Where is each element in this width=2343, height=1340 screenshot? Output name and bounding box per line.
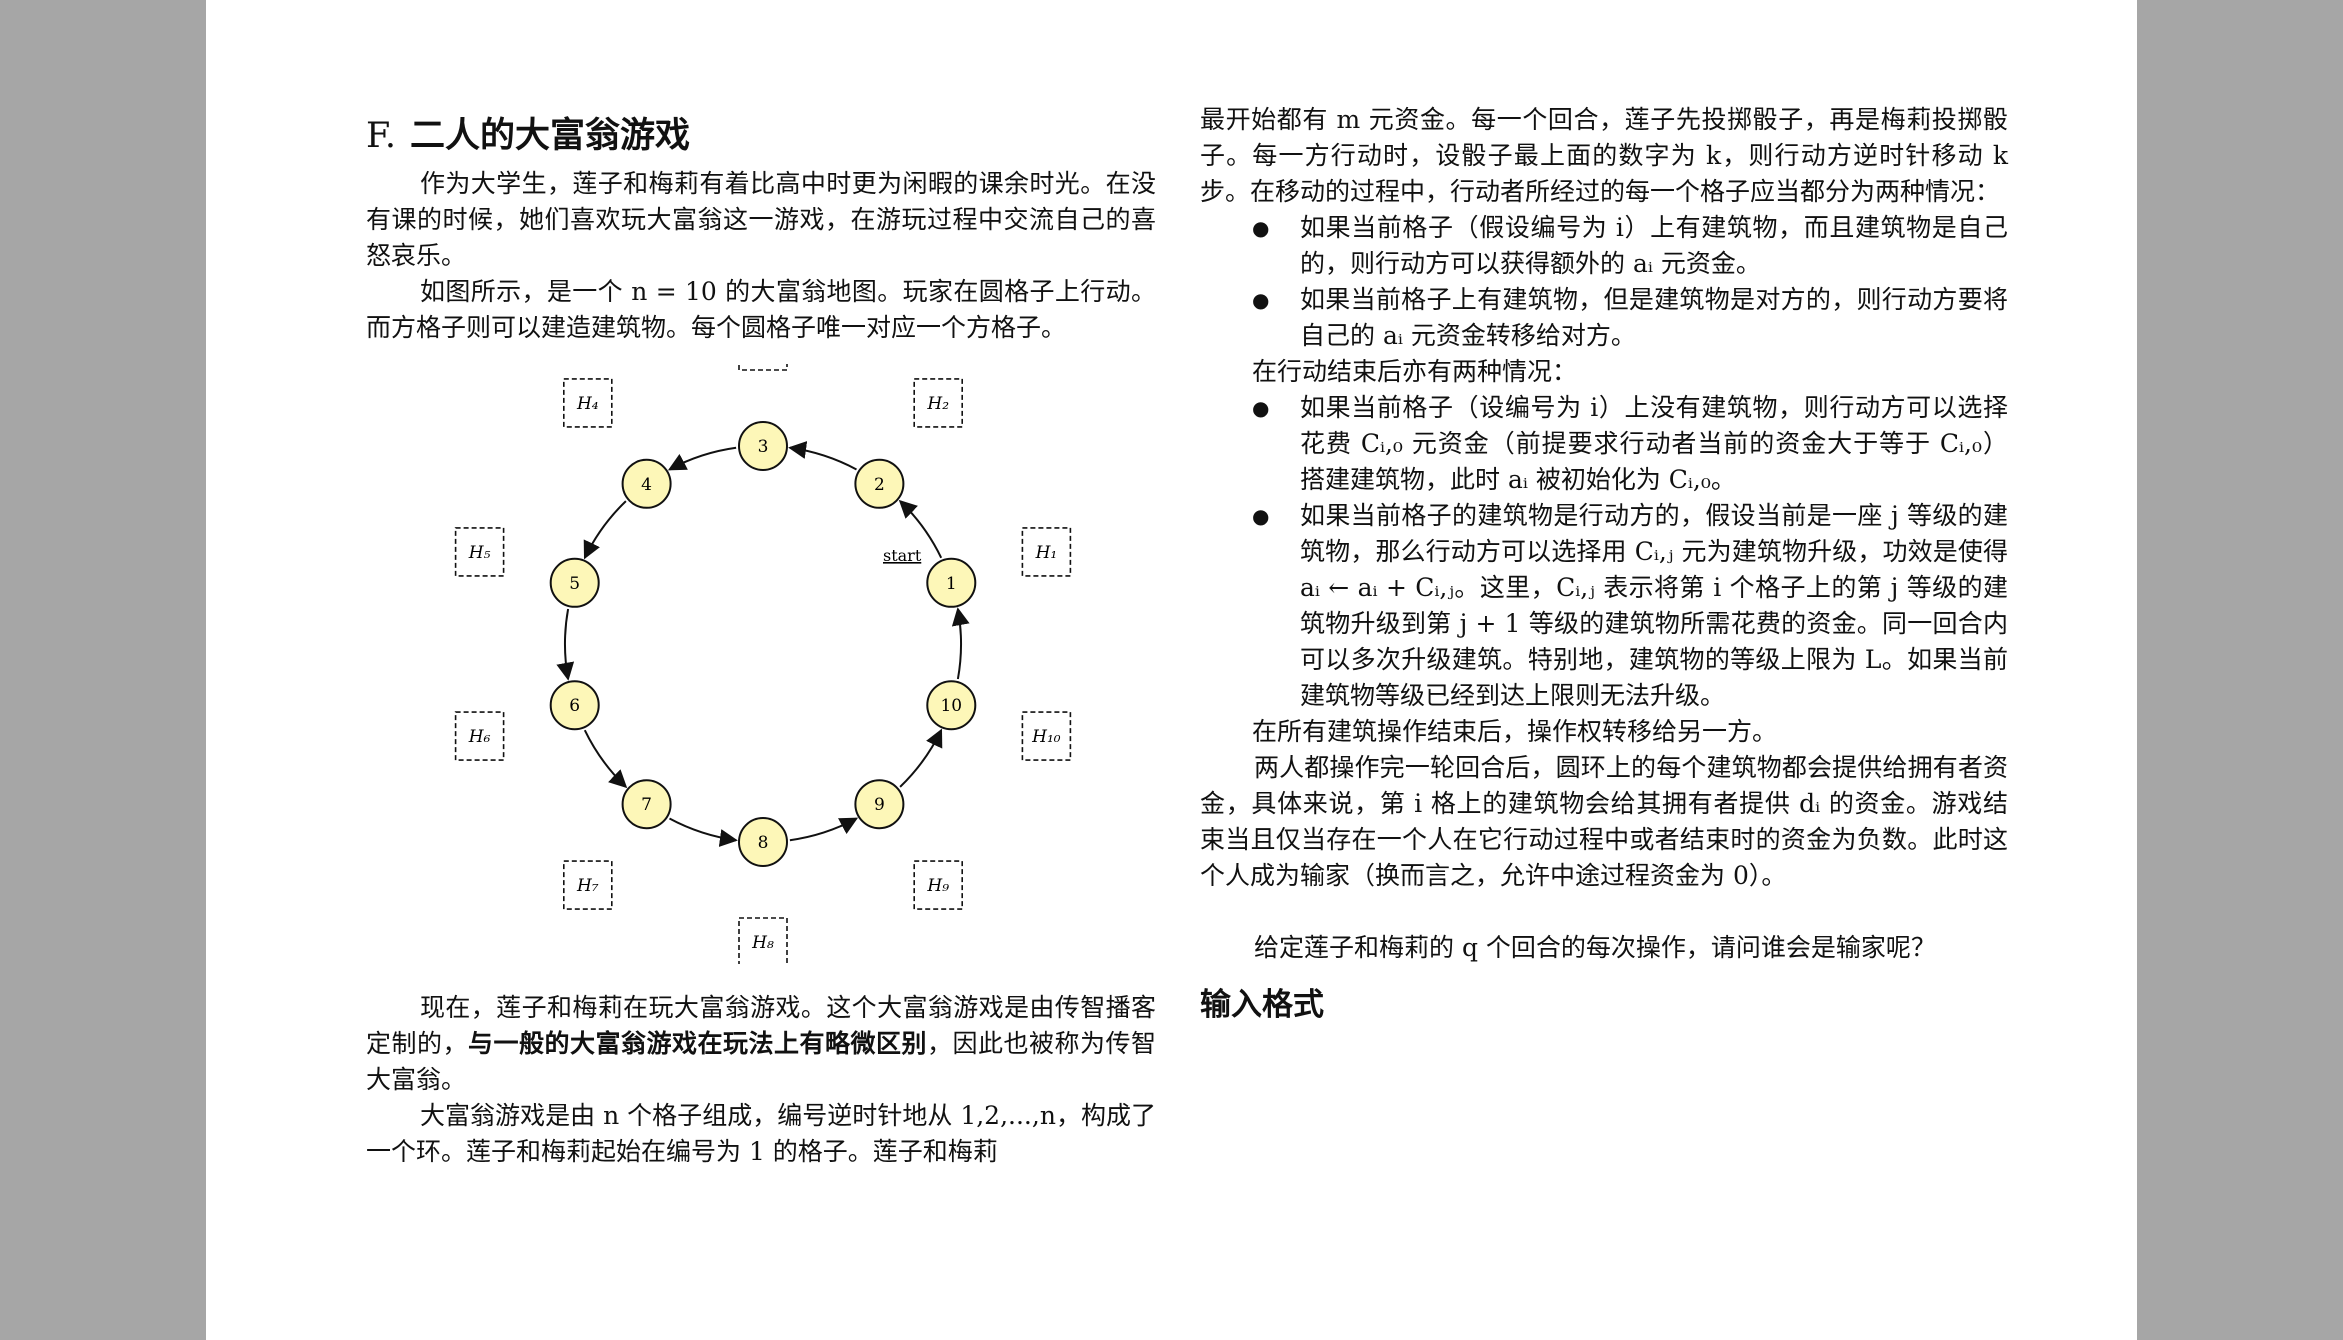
building-square: H₆ <box>454 711 505 761</box>
board-cell: 2 <box>854 458 905 509</box>
square-label: H₉ <box>926 876 949 896</box>
bullet-icon: ● <box>1252 504 1270 528</box>
question-paragraph: 给定莲子和梅莉的 q 个回合的每次操作，请问谁会是输家呢？ <box>1254 933 1936 962</box>
after-move-intro: 在行动结束后亦有两种情况： <box>1252 357 1578 386</box>
board-figure: H₁ H₂ H₃ H₄ H₅ H₆ H₇ H₈ H₉ H₁₀ 1 2 3 4 5 6 7 8 9 10 start <box>366 364 1156 964</box>
custom-rules-highlight: 与一般的大富翁游戏在玩法上有略微区别 <box>468 1029 927 1058</box>
cell-number: 1 <box>946 574 957 594</box>
path-arrow <box>556 608 575 681</box>
rule-text: 如果当前格子（设编号为 i）上没有建筑物，则行动方可以选择花费 Cᵢ,₀ 元资金… <box>1300 393 2008 494</box>
cell-number: 9 <box>874 795 885 815</box>
square-label: H₁ <box>1035 543 1058 563</box>
cell-number: 6 <box>569 696 580 716</box>
rule-text: 如果当前格子的建筑物是行动方的，假设当前是一座 j 等级的建筑物，那么行动方可以… <box>1300 501 2008 710</box>
cell-number: 2 <box>874 475 885 495</box>
path-arrow <box>788 441 857 471</box>
cell-number: 10 <box>940 696 962 716</box>
section-heading: F. 二人的大富翁游戏 <box>366 112 1156 160</box>
turn-rules-paragraph: 最开始都有 m 元资金。每一个回合，莲子先投掷骰子，再是梅莉投掷骰子。每一方行动… <box>1200 105 2008 206</box>
left-column: F. 二人的大富翁游戏 作为大学生，莲子和梅莉有着比高中时更为闲暇的课余时光。在没… <box>366 110 1156 1170</box>
bullet-icon: ● <box>1252 396 1270 420</box>
board-cell: 5 <box>549 557 600 608</box>
cell-number: 4 <box>641 475 652 495</box>
bullet-icon: ● <box>1252 216 1270 240</box>
rule-text: 如果当前格子上有建筑物，但是建筑物是对方的，则行动方要将自己的 aᵢ 元资金转移… <box>1300 285 2008 350</box>
square-label: H₁₀ <box>1031 727 1061 747</box>
section-title: 二人的大富翁游戏 <box>409 116 690 156</box>
custom-rules-paragraph: 现在，莲子和梅莉在玩大富翁游戏。这个大富翁游戏是由传智播客定制的，与一般的大富翁… <box>366 990 1156 1098</box>
right-column: 最开始都有 m 元资金。每一个回合，莲子先投掷骰子，再是梅莉投掷骰子。每一方行动… <box>1200 102 2008 1026</box>
map-description-paragraph: 如图所示，是一个 n = 10 的大富翁地图。玩家在圆格子上行动。而方格子则可以… <box>366 277 1156 342</box>
path-arrow <box>951 607 970 680</box>
input-format-heading: 输入格式 <box>1200 987 1324 1023</box>
cell-number: 3 <box>758 437 769 457</box>
building-square: H₁ <box>1021 527 1072 577</box>
income-paragraph: 两人都操作完一轮回合后，圆环上的每个建筑物都会提供给拥有者资金，具体来说，第 i… <box>1200 753 2008 890</box>
board-cell: 6 <box>549 680 600 731</box>
square-label: H₆ <box>468 727 491 747</box>
rule-item-build: ● 如果当前格子（设编号为 i）上没有建筑物，则行动方可以选择花费 Cᵢ,₀ 元… <box>1252 390 2008 498</box>
rule-item-own-building: ● 如果当前格子（假设编号为 i）上有建筑物，而且建筑物是自己的，则行动方可以获… <box>1252 210 2008 282</box>
board-cell: 7 <box>621 779 672 830</box>
square-label: H₄ <box>576 394 599 414</box>
building-square: H₇ <box>563 860 613 910</box>
building-square: H₃ <box>738 364 788 371</box>
start-label: start <box>883 546 922 565</box>
path-arrow <box>667 446 737 471</box>
document-page: F. 二人的大富翁游戏 作为大学生，莲子和梅莉有着比高中时更为闲暇的课余时光。在没… <box>206 0 2137 1340</box>
building-square: H₉ <box>913 860 964 910</box>
rule-item-upgrade: ● 如果当前格子的建筑物是行动方的，假设当前是一座 j 等级的建筑物，那么行动方… <box>1252 498 2008 714</box>
building-square: H₈ <box>738 917 788 964</box>
cell-number: 5 <box>569 574 580 594</box>
building-square: H₄ <box>563 378 613 428</box>
square-label: H₈ <box>751 933 774 953</box>
board-cell: 1 <box>926 557 977 608</box>
cell-number: 7 <box>641 795 652 815</box>
rule-item-opponent-building: ● 如果当前格子上有建筑物，但是建筑物是对方的，则行动方要将自己的 aᵢ 元资金… <box>1252 282 2008 354</box>
path-arrow <box>669 817 738 847</box>
board-cell: 8 <box>738 817 788 867</box>
building-square: H₅ <box>454 527 505 577</box>
board-cell: 4 <box>621 458 672 509</box>
square-label: H₇ <box>576 876 599 896</box>
intro-paragraph: 作为大学生，莲子和梅莉有着比高中时更为闲暇的课余时光。在没有课的时候，她们喜欢玩… <box>366 169 1156 270</box>
path-arrow <box>583 500 627 560</box>
bullet-icon: ● <box>1252 288 1270 312</box>
board-diagram: H₁ H₂ H₃ H₄ H₅ H₆ H₇ H₈ H₉ H₁₀ 1 2 3 4 5 6 7 8 9 10 start <box>454 364 1072 964</box>
board-rules-paragraph: 大富翁游戏是由 n 个格子组成，编号逆时针地从 1,2,...,n，构成了一个环… <box>366 1101 1156 1166</box>
square-label: H₂ <box>926 394 949 414</box>
board-cell: 10 <box>926 680 977 731</box>
cell-number: 8 <box>758 833 769 853</box>
board-cell: 9 <box>854 779 905 830</box>
path-arrow <box>899 728 943 788</box>
building-square: H₂ <box>913 378 964 428</box>
path-arrow <box>583 729 628 789</box>
path-arrow <box>789 817 859 842</box>
rule-text: 如果当前格子（假设编号为 i）上有建筑物，而且建筑物是自己的，则行动方可以获得额… <box>1300 213 2008 278</box>
building-square: H₁₀ <box>1021 711 1072 761</box>
section-letter: F. <box>366 116 396 156</box>
square-label: H₅ <box>468 543 491 563</box>
board-cell: 3 <box>738 421 788 471</box>
turn-transfer-note: 在所有建筑操作结束后，操作权转移给另一方。 <box>1252 717 1778 746</box>
